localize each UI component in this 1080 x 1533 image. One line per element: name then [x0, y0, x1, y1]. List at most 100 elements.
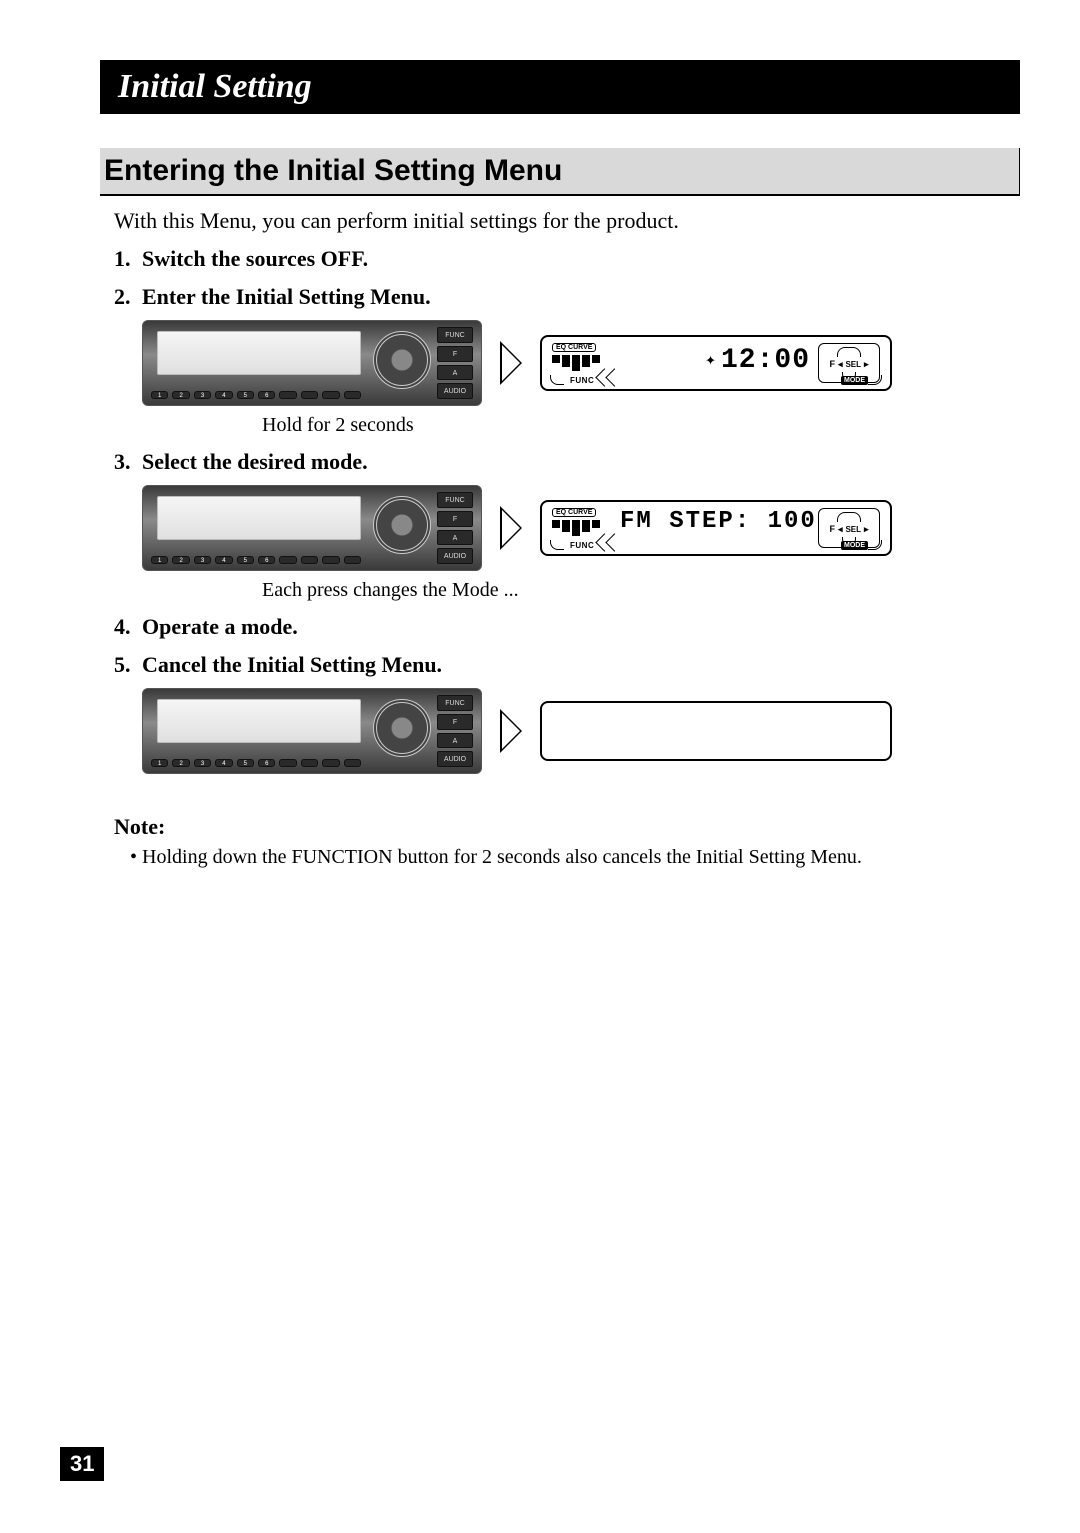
step-1-text: Switch the sources OFF.: [142, 246, 368, 271]
note-list: Holding down the FUNCTION button for 2 s…: [130, 846, 1020, 869]
lcd-fm-display: EQ CURVE FM STEP: 100 F◂SEL▸ FUNC: [540, 500, 892, 556]
unit-lcd: [157, 699, 361, 743]
head-unit-illustration: 1 2 3 4 5 6 FUNC F: [142, 485, 482, 571]
step-4-text: Operate a mode.: [142, 614, 298, 639]
a-button: A: [437, 733, 473, 749]
func-button: FUNC: [437, 327, 473, 343]
eq-bars-icon: [552, 355, 600, 371]
dpad-icon: [373, 496, 431, 554]
preset-gap: [279, 556, 296, 564]
step-2-text: Enter the Initial Setting Menu.: [142, 284, 431, 309]
aux-1: [301, 556, 318, 564]
arrow-icon: [500, 709, 522, 753]
steps-list: Switch the sources OFF. Enter the Initia…: [114, 246, 1020, 774]
lcd-left-arc-icon: [550, 375, 564, 385]
sel-right-icon: ▸: [864, 524, 869, 535]
preset-gap: [279, 759, 296, 767]
eq-curve-label: EQ CURVE: [552, 508, 596, 517]
manual-page: Initial Setting Entering the Initial Set…: [0, 0, 1080, 869]
preset-3: 3: [194, 391, 211, 399]
topic-title-bar: Entering the Initial Setting Menu: [100, 148, 1020, 196]
a-button: A: [437, 530, 473, 546]
preset-1: 1: [151, 556, 168, 564]
preset-5: 5: [237, 556, 254, 564]
step-5: Cancel the Initial Setting Menu. 1 2 3 4…: [114, 652, 1020, 774]
sel-f: F: [829, 359, 835, 369]
aux-3: [344, 759, 361, 767]
sel-label: SEL: [845, 525, 861, 534]
fm-step-readout: FM STEP: 100: [620, 508, 810, 535]
sel-left-icon: ◂: [838, 524, 843, 535]
lcd-chevrons-icon: [594, 540, 624, 550]
preset-button-row: 1 2 3 4 5 6: [151, 759, 361, 767]
lcd-right-arc-icon: [868, 375, 882, 385]
preset-5: 5: [237, 391, 254, 399]
unit-lcd: [157, 331, 361, 375]
head-unit-illustration: 1 2 3 4 5 6 FUNC F: [142, 320, 482, 406]
lcd-blank-display: [540, 701, 892, 761]
preset-4: 4: [215, 391, 232, 399]
func-button: FUNC: [437, 492, 473, 508]
aux-3: [344, 391, 361, 399]
aux-2: [322, 391, 339, 399]
sel-top-arc-icon: [837, 347, 861, 357]
sel-right-icon: ▸: [864, 359, 869, 370]
side-buttons: FUNC F A AUDIO: [437, 695, 473, 767]
sel-top-arc-icon: [837, 512, 861, 522]
f-button: F: [437, 714, 473, 730]
arrow-icon: [500, 341, 522, 385]
sel-left-icon: ◂: [838, 359, 843, 370]
note-heading: Note:: [114, 814, 1020, 840]
preset-button-row: 1 2 3 4 5 6: [151, 391, 361, 399]
dpad-icon: [373, 699, 431, 757]
step-3-caption: Each press changes the Mode ...: [262, 579, 1020, 602]
preset-1: 1: [151, 391, 168, 399]
side-buttons: FUNC F A AUDIO: [437, 492, 473, 564]
preset-3: 3: [194, 556, 211, 564]
aux-2: [322, 556, 339, 564]
f-button: F: [437, 346, 473, 362]
preset-button-row: 1 2 3 4 5 6: [151, 556, 361, 564]
preset-6: 6: [258, 391, 275, 399]
clock-value: 12:00: [721, 345, 810, 376]
preset-gap: [279, 391, 296, 399]
sparkle-icon: ✦: [705, 352, 717, 370]
section-title: Initial Setting: [118, 68, 312, 105]
audio-button: AUDIO: [437, 383, 473, 399]
aux-1: [301, 391, 318, 399]
head-unit-illustration: 1 2 3 4 5 6 FUNC F: [142, 688, 482, 774]
step-5-text: Cancel the Initial Setting Menu.: [142, 652, 442, 677]
step-2: Enter the Initial Setting Menu. 1 2 3 4 …: [114, 284, 1020, 437]
preset-4: 4: [215, 759, 232, 767]
sel-f: F: [829, 524, 835, 534]
lcd-clock-display: EQ CURVE ✦ 12:00 F◂SEL▸: [540, 335, 892, 391]
lcd-chevrons-icon: [594, 375, 624, 385]
step-4: Operate a mode.: [114, 614, 1020, 640]
topic-title: Entering the Initial Setting Menu: [104, 154, 562, 187]
dpad-icon: [373, 331, 431, 389]
func-button: FUNC: [437, 695, 473, 711]
a-button: A: [437, 365, 473, 381]
unit-lcd: [157, 496, 361, 540]
mode-label: MODE: [841, 541, 868, 550]
preset-6: 6: [258, 759, 275, 767]
aux-1: [301, 759, 318, 767]
section-title-bar: Initial Setting: [100, 60, 1020, 114]
mode-label: MODE: [841, 376, 868, 385]
eq-bars-icon: [552, 520, 600, 536]
note-item-1: Holding down the FUNCTION button for 2 s…: [130, 846, 1020, 869]
aux-3: [344, 556, 361, 564]
sel-label: SEL: [845, 360, 861, 369]
preset-3: 3: [194, 759, 211, 767]
preset-4: 4: [215, 556, 232, 564]
step-1: Switch the sources OFF.: [114, 246, 1020, 272]
audio-button: AUDIO: [437, 751, 473, 767]
step-3-text: Select the desired mode.: [142, 449, 368, 474]
side-buttons: FUNC F A AUDIO: [437, 327, 473, 399]
func-label: FUNC: [570, 376, 594, 385]
arrow-icon: [500, 506, 522, 550]
audio-button: AUDIO: [437, 548, 473, 564]
step-3: Select the desired mode. 1 2 3 4 5 6: [114, 449, 1020, 602]
f-button: F: [437, 511, 473, 527]
preset-2: 2: [172, 759, 189, 767]
